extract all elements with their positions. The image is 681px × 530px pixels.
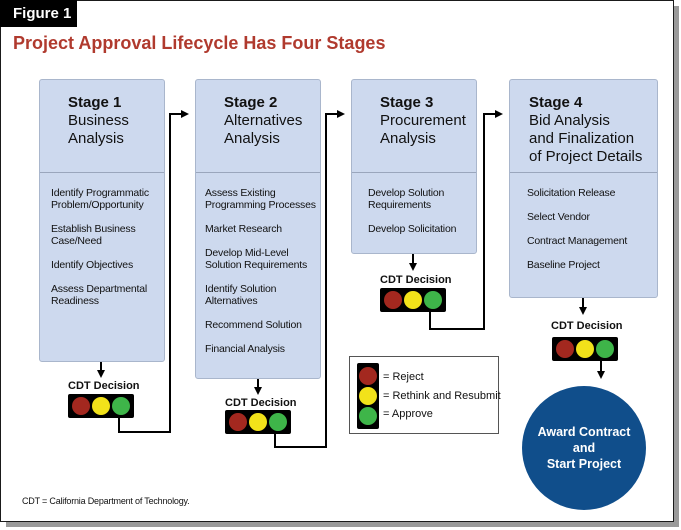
traffic-light-icon <box>68 394 134 418</box>
yellow-light <box>92 397 110 415</box>
footnote: CDT = California Department of Technolog… <box>22 496 190 506</box>
award-line: Award Contract <box>537 425 631 439</box>
traffic-light-icon <box>552 337 618 361</box>
legend-traffic-light-icon <box>357 363 379 429</box>
green-light <box>269 413 287 431</box>
decision-label: CDT Decision <box>551 320 623 332</box>
stage-4-header: Stage 4 Bid Analysis and Finalization of… <box>510 80 657 173</box>
stage-4-box: Stage 4 Bid Analysis and Finalization of… <box>509 79 658 298</box>
stage-item: Select Vendor <box>527 211 590 223</box>
stage-1-header: Stage 1 Business Analysis <box>40 80 164 173</box>
stage-number: Stage 3 <box>380 94 434 111</box>
stage-name-line: Analysis <box>380 130 436 147</box>
stage-item: Identify Solution Alternatives <box>205 283 277 307</box>
stage-name-line: Analysis <box>68 130 124 147</box>
legend-red-light <box>359 367 377 385</box>
stage-item: Develop Solicitation <box>368 223 457 235</box>
decision-label: CDT Decision <box>68 380 140 392</box>
stage-item: Identify Programmatic Problem/Opportunit… <box>51 187 149 211</box>
legend-approve: = Approve <box>383 408 433 420</box>
stage-item: Financial Analysis <box>205 343 285 355</box>
decision-2: CDT Decision <box>225 397 297 409</box>
decision-label: CDT Decision <box>380 274 452 286</box>
stage-name-line: and Finalization <box>529 130 635 147</box>
decision-3: CDT Decision <box>380 274 452 286</box>
stage-item: Baseline Project <box>527 259 600 271</box>
stage-item: Solicitation Release <box>527 187 616 199</box>
frame-shadow-bottom <box>6 522 679 527</box>
decision-label: CDT Decision <box>225 397 297 409</box>
stage-3-header: Stage 3 Procurement Analysis <box>352 80 476 173</box>
figure-title: Project Approval Lifecycle Has Four Stag… <box>13 33 386 53</box>
stage-number: Stage 2 <box>224 94 278 111</box>
legend-reject: = Reject <box>383 371 424 383</box>
yellow-light <box>249 413 267 431</box>
stage-number: Stage 4 <box>529 94 583 111</box>
stage-1-box: Stage 1 Business Analysis Identify Progr… <box>39 79 165 362</box>
award-line: Start Project <box>546 457 622 471</box>
figure-label: Figure 1 <box>0 0 77 27</box>
stage-item: Identify Objectives <box>51 259 133 271</box>
stage-3-box: Stage 3 Procurement Analysis Develop Sol… <box>351 79 477 254</box>
frame-shadow-right <box>674 6 679 527</box>
red-light <box>556 340 574 358</box>
stage-number: Stage 1 <box>68 94 122 111</box>
stage-item: Contract Management <box>527 235 628 247</box>
stage-4-items: Solicitation Release Select Vendor Contr… <box>510 173 657 271</box>
stage-item: Assess Existing Programming Processes <box>205 187 316 211</box>
yellow-light <box>576 340 594 358</box>
stage-name-line: Procurement <box>380 112 466 129</box>
award-line: and <box>572 441 596 455</box>
red-light <box>229 413 247 431</box>
stage-name-line: of Project Details <box>529 148 643 165</box>
legend: = Reject = Rethink and Resubmit = Approv… <box>349 356 501 434</box>
stage-item: Develop Solution Requirements <box>368 187 445 211</box>
green-light <box>424 291 442 309</box>
green-light <box>112 397 130 415</box>
stage-item: Market Research <box>205 223 282 235</box>
stage-2-header: Stage 2 Alternatives Analysis <box>196 80 320 173</box>
traffic-light-icon <box>380 288 446 312</box>
decision-4: CDT Decision <box>551 320 623 332</box>
stage-item: Recommend Solution <box>205 319 302 331</box>
traffic-light-icon <box>225 410 291 434</box>
red-light <box>72 397 90 415</box>
stage-1-items: Identify Programmatic Problem/Opportunit… <box>40 173 164 307</box>
award-contract-circle: Award Contract and Start Project <box>522 386 646 510</box>
legend-rethink: = Rethink and Resubmit <box>383 390 501 402</box>
stage-2-items: Assess Existing Programming Processes Ma… <box>196 173 320 355</box>
stage-name-line: Analysis <box>224 130 280 147</box>
stage-3-items: Develop Solution Requirements Develop So… <box>352 173 476 235</box>
stage-name-line: Business <box>68 112 129 129</box>
yellow-light <box>404 291 422 309</box>
green-light <box>596 340 614 358</box>
legend-yellow-light <box>359 387 377 405</box>
stage-name-line: Bid Analysis <box>529 112 610 129</box>
stage-item: Develop Mid-Level Solution Requirements <box>205 247 308 271</box>
legend-green-light <box>359 407 377 425</box>
stage-2-box: Stage 2 Alternatives Analysis Assess Exi… <box>195 79 321 379</box>
decision-1: CDT Decision <box>68 380 140 392</box>
stage-name-line: Alternatives <box>224 112 303 129</box>
stage-item: Establish Business Case/Need <box>51 223 136 247</box>
red-light <box>384 291 402 309</box>
stage-item: Assess Departmental Readiness <box>51 283 147 307</box>
